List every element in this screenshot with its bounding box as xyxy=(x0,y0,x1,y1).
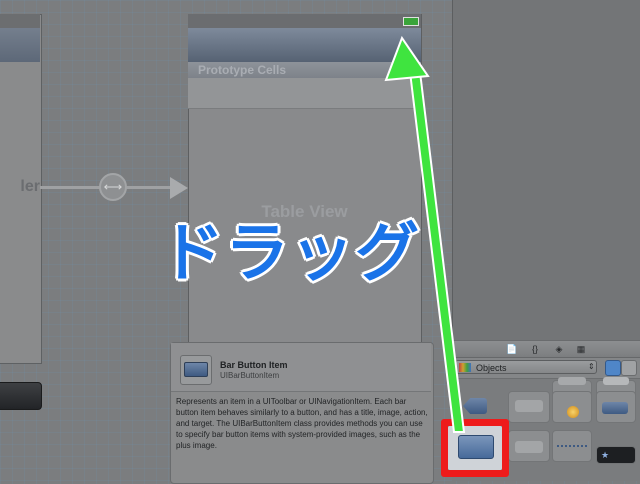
bar-item-icon xyxy=(602,402,628,414)
code-snippet-tab-icon[interactable]: {} xyxy=(528,341,542,357)
icon-view-button[interactable] xyxy=(605,360,621,376)
library-object-cell[interactable]: ★ xyxy=(596,446,636,464)
battery-icon xyxy=(403,17,419,26)
prototype-cells-title: Prototype Cells xyxy=(198,63,287,77)
library-object-cell[interactable] xyxy=(552,430,592,462)
left-toolbar xyxy=(0,382,42,410)
dropdown-arrows-icon: ⇕ xyxy=(588,362,595,371)
objects-dropdown[interactable]: Objects xyxy=(455,360,597,374)
bar-button-item-icon xyxy=(184,362,208,377)
left-status-bar xyxy=(0,14,40,28)
activity-indicator-icon xyxy=(567,406,579,418)
segue-arrowhead xyxy=(170,177,188,199)
popover-subtitle: UIBarButtonItem xyxy=(220,371,280,380)
list-view-button[interactable] xyxy=(621,360,637,376)
library-object-icon xyxy=(515,400,543,412)
table-status-bar xyxy=(188,14,421,28)
library-object-cell[interactable] xyxy=(596,391,636,423)
library-object-icon xyxy=(558,377,586,385)
object-library-tab-icon[interactable]: ◈ xyxy=(552,341,566,357)
file-template-tab-icon[interactable]: 📄 xyxy=(505,341,519,357)
library-object-cell[interactable] xyxy=(508,430,550,462)
tab-bar-icon: ★ xyxy=(601,450,610,460)
library-tab-bar xyxy=(452,341,640,358)
drag-caption: ドラッグ xyxy=(160,217,420,289)
popover-description: Represents an item in a UIToolbar or UIN… xyxy=(176,397,428,450)
prototype-cell[interactable] xyxy=(188,78,421,109)
library-object-icon xyxy=(603,377,629,385)
left-scene-label: ler xyxy=(20,178,40,195)
flexible-space-icon xyxy=(557,445,587,449)
library-object-cell[interactable] xyxy=(508,391,550,423)
popover-title: Bar Button Item xyxy=(220,360,288,370)
table-navigation-bar[interactable] xyxy=(188,28,421,62)
library-object-cell[interactable] xyxy=(552,391,592,423)
back-button-icon xyxy=(463,398,487,414)
segue-link-icon[interactable]: ⟷ xyxy=(99,173,127,201)
objects-category-icon xyxy=(459,363,471,372)
media-library-tab-icon[interactable]: ▦ xyxy=(574,341,588,357)
library-object-icon xyxy=(515,441,543,453)
highlight-box xyxy=(441,419,509,477)
